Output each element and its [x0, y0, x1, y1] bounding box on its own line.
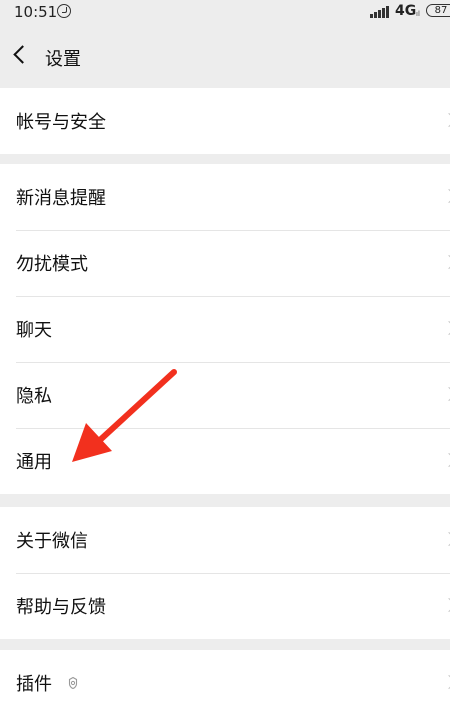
- chevron-right-icon: [441, 320, 450, 336]
- settings-item-label: 通用: [16, 452, 52, 473]
- settings-item-label: 关于微信: [16, 531, 88, 552]
- settings-item-label: 帐号与安全: [16, 112, 106, 133]
- settings-item-general[interactable]: 通用: [0, 428, 450, 494]
- settings-item-account-security[interactable]: 帐号与安全: [0, 88, 450, 154]
- settings-item-plugins[interactable]: 插件: [0, 650, 450, 716]
- network-type: 4G: [395, 3, 417, 19]
- plugin-badge-icon: [68, 676, 78, 690]
- page-title: 设置: [45, 49, 81, 70]
- nav-bar: 设置: [0, 26, 450, 86]
- chevron-right-icon: [441, 674, 450, 690]
- chevron-right-icon: [441, 254, 450, 270]
- status-bar: 10:51 4G ıl 87: [0, 0, 450, 26]
- app-notification-icon: [57, 4, 71, 18]
- network-activity: ıl: [416, 10, 420, 18]
- settings-group-about: 关于微信 帮助与反馈: [0, 507, 450, 639]
- settings-item-label: 帮助与反馈: [16, 597, 106, 618]
- chevron-right-icon: [441, 188, 450, 204]
- settings-item-label: 插件: [16, 674, 52, 695]
- back-arrow-icon[interactable]: [13, 45, 32, 64]
- chevron-right-icon: [441, 531, 450, 547]
- chevron-right-icon: [441, 112, 450, 128]
- settings-item-label: 隐私: [16, 386, 52, 407]
- settings-item-do-not-disturb[interactable]: 勿扰模式: [0, 230, 450, 296]
- settings-item-help-feedback[interactable]: 帮助与反馈: [0, 573, 450, 639]
- settings-item-about-wechat[interactable]: 关于微信: [0, 507, 450, 573]
- battery-icon: 87: [426, 4, 450, 17]
- chevron-right-icon: [441, 386, 450, 402]
- signal-strength-icon: [370, 6, 390, 18]
- settings-item-label: 新消息提醒: [16, 188, 106, 209]
- settings-item-label: 聊天: [16, 320, 52, 341]
- chevron-right-icon: [441, 452, 450, 468]
- settings-item-new-message-alerts[interactable]: 新消息提醒: [0, 164, 450, 230]
- settings-item-label: 勿扰模式: [16, 254, 88, 275]
- settings-item-chat[interactable]: 聊天: [0, 296, 450, 362]
- chevron-right-icon: [441, 597, 450, 613]
- settings-group-main: 新消息提醒 勿扰模式 聊天 隐私 通用: [0, 164, 450, 494]
- status-time: 10:51: [14, 3, 58, 21]
- settings-item-privacy[interactable]: 隐私: [0, 362, 450, 428]
- settings-group-plugins: 插件: [0, 650, 450, 720]
- settings-group-account: 帐号与安全: [0, 88, 450, 154]
